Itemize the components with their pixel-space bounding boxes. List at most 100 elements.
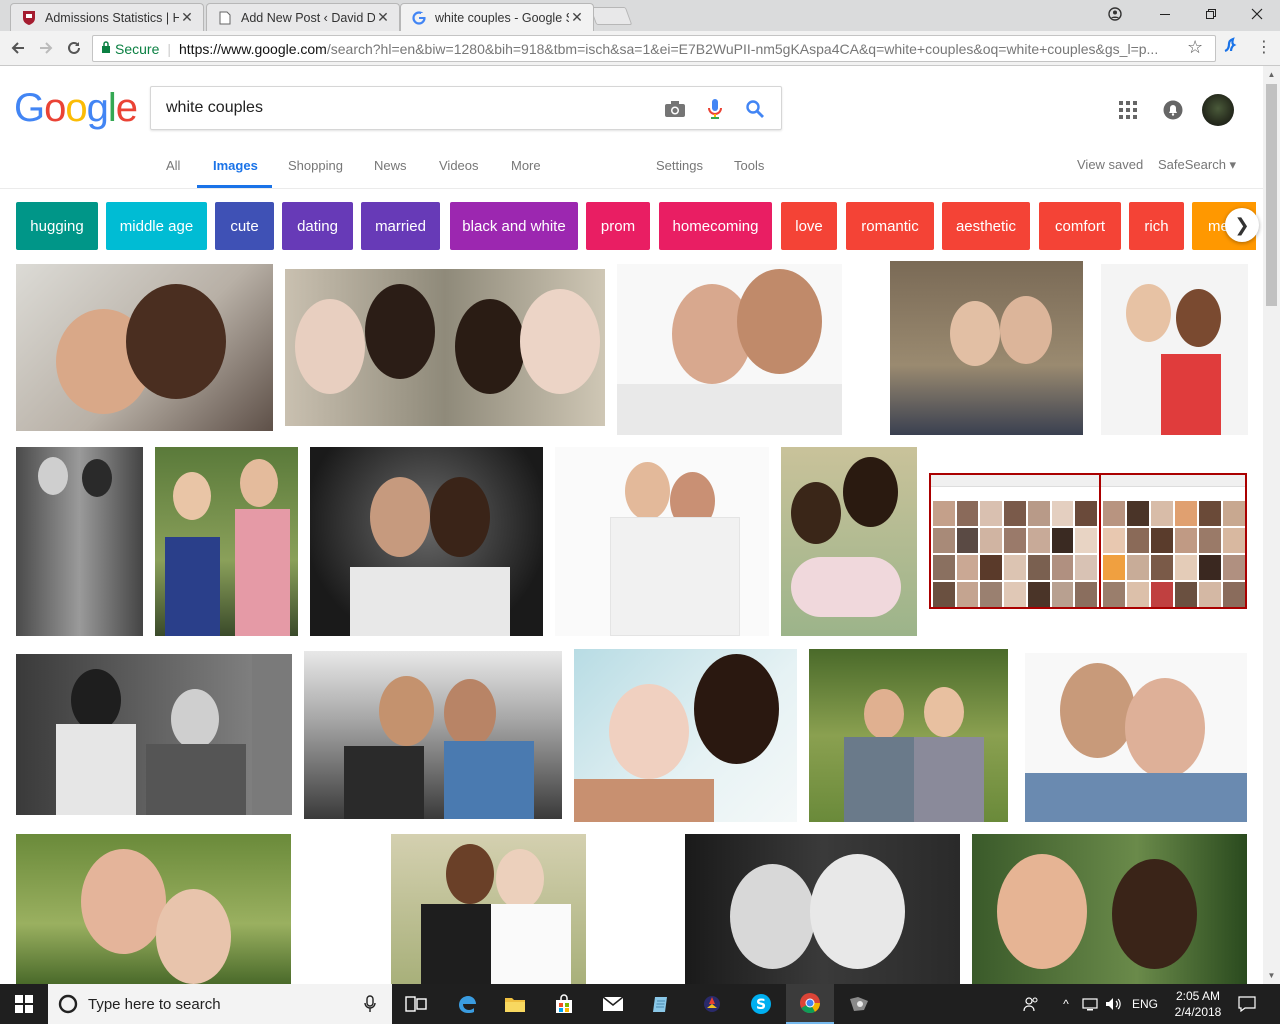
image-result[interactable] bbox=[16, 654, 292, 815]
chip-married[interactable]: married bbox=[361, 202, 440, 250]
apps-grid-icon[interactable] bbox=[1114, 96, 1142, 124]
notifications-bell-icon[interactable] bbox=[1159, 96, 1187, 124]
image-result[interactable] bbox=[555, 447, 769, 636]
forward-arrow-icon[interactable] bbox=[34, 36, 58, 60]
tab-add-new-post[interactable]: Add New Post ‹ David Du ✕ bbox=[206, 3, 400, 31]
tools-link[interactable]: Tools bbox=[734, 158, 764, 173]
chip-aesthetic[interactable]: aesthetic bbox=[942, 202, 1030, 250]
chip-middle-age[interactable]: middle age bbox=[106, 202, 207, 250]
chip-comfort[interactable]: comfort bbox=[1039, 202, 1121, 250]
tab-news[interactable]: News bbox=[374, 158, 407, 173]
image-result[interactable] bbox=[1101, 264, 1248, 435]
notepad-icon[interactable] bbox=[637, 984, 685, 1024]
chip-romantic[interactable]: romantic bbox=[846, 202, 934, 250]
edge-browser-icon[interactable] bbox=[443, 984, 491, 1024]
camera-icon[interactable] bbox=[663, 97, 687, 121]
tab-images[interactable]: Images bbox=[213, 158, 258, 173]
tab-videos[interactable]: Videos bbox=[439, 158, 479, 173]
back-arrow-icon[interactable] bbox=[6, 36, 30, 60]
people-icon[interactable] bbox=[1020, 984, 1042, 1024]
media-app-icon[interactable] bbox=[835, 984, 883, 1024]
clock-date: 2/4/2018 bbox=[1174, 1005, 1222, 1019]
restore-icon[interactable] bbox=[1188, 0, 1234, 28]
chevron-right-icon[interactable]: ❯ bbox=[1225, 208, 1259, 242]
volume-icon[interactable] bbox=[1104, 984, 1124, 1024]
image-result[interactable] bbox=[155, 447, 298, 636]
chip-dating[interactable]: dating bbox=[282, 202, 353, 250]
settings-link[interactable]: Settings bbox=[656, 158, 703, 173]
scroll-down-icon[interactable]: ▼ bbox=[1263, 967, 1280, 984]
windows-start-icon[interactable] bbox=[0, 984, 48, 1024]
search-box bbox=[150, 86, 782, 130]
chip-hugging[interactable]: hugging bbox=[16, 202, 98, 250]
tab-more[interactable]: More bbox=[511, 158, 541, 173]
image-result[interactable] bbox=[972, 834, 1247, 984]
tab-shopping[interactable]: Shopping bbox=[288, 158, 343, 173]
account-avatar[interactable] bbox=[1202, 94, 1234, 126]
image-result[interactable] bbox=[617, 264, 842, 435]
tab-title: Admissions Statistics | Ha bbox=[45, 10, 179, 25]
window-close-icon[interactable] bbox=[1234, 0, 1280, 28]
language-indicator[interactable]: ENG bbox=[1130, 984, 1160, 1024]
microphone-icon[interactable] bbox=[364, 995, 376, 1013]
image-result[interactable] bbox=[685, 834, 960, 984]
network-icon[interactable] bbox=[1080, 984, 1100, 1024]
chip-black-and-white[interactable]: black and white bbox=[450, 202, 578, 250]
chip-rich[interactable]: rich bbox=[1129, 202, 1184, 250]
browser-menu-icon[interactable]: ⋮ bbox=[1256, 37, 1272, 57]
scrollbar-thumb[interactable] bbox=[1266, 84, 1277, 306]
image-result[interactable] bbox=[929, 473, 1247, 609]
close-icon[interactable]: ✕ bbox=[375, 9, 391, 26]
file-explorer-icon[interactable] bbox=[491, 984, 539, 1024]
taskbar-search-box[interactable]: Type here to search bbox=[48, 984, 392, 1024]
system-clock[interactable]: 2:05 AM 2/4/2018 bbox=[1160, 988, 1236, 1020]
address-bar[interactable]: Secure | https://www.google.com /search?… bbox=[92, 35, 1216, 62]
search-icon[interactable] bbox=[743, 97, 767, 121]
taskbar: Type here to search S ^ ENG 2:05 AM 2/4/… bbox=[0, 984, 1280, 1024]
google-logo[interactable]: Google bbox=[14, 86, 138, 131]
chip-homecoming[interactable]: homecoming bbox=[659, 202, 772, 250]
close-icon[interactable]: ✕ bbox=[179, 9, 195, 26]
logo-letter: o bbox=[65, 86, 87, 130]
image-result[interactable] bbox=[304, 651, 562, 819]
tab-white-couples[interactable]: white couples - Google S ✕ bbox=[400, 3, 594, 31]
close-icon[interactable]: ✕ bbox=[569, 9, 585, 26]
microphone-icon[interactable] bbox=[703, 97, 727, 121]
image-result[interactable] bbox=[310, 447, 543, 636]
search-tabs: All Images Shopping News Videos More Set… bbox=[0, 150, 1280, 188]
minimize-icon[interactable] bbox=[1142, 0, 1188, 28]
action-center-icon[interactable] bbox=[1236, 984, 1258, 1024]
extension-icon[interactable] bbox=[1222, 37, 1238, 58]
skype-icon[interactable]: S bbox=[737, 984, 785, 1024]
view-saved-link[interactable]: View saved bbox=[1077, 157, 1143, 172]
chip-cute[interactable]: cute bbox=[215, 202, 274, 250]
image-result[interactable] bbox=[574, 649, 797, 822]
reload-icon[interactable] bbox=[62, 36, 86, 60]
chip-love[interactable]: love bbox=[781, 202, 837, 250]
new-tab-button[interactable] bbox=[589, 7, 633, 25]
image-result[interactable] bbox=[391, 834, 586, 984]
image-result[interactable] bbox=[781, 447, 917, 636]
tray-chevron-up-icon[interactable]: ^ bbox=[1058, 984, 1074, 1024]
tab-all[interactable]: All bbox=[166, 158, 180, 173]
image-result[interactable] bbox=[16, 447, 143, 636]
bookmark-star-icon[interactable]: ☆ bbox=[1187, 37, 1203, 58]
chrome-icon[interactable] bbox=[786, 984, 834, 1024]
image-result[interactable] bbox=[285, 269, 605, 426]
mail-icon[interactable] bbox=[589, 984, 637, 1024]
safesearch-dropdown[interactable]: SafeSearch ▾ bbox=[1158, 157, 1236, 173]
image-result[interactable] bbox=[1025, 653, 1247, 822]
image-result[interactable] bbox=[16, 264, 273, 431]
image-result[interactable] bbox=[16, 834, 291, 984]
scroll-up-icon[interactable]: ▲ bbox=[1263, 66, 1280, 83]
image-result[interactable] bbox=[809, 649, 1008, 822]
chip-prom[interactable]: prom bbox=[586, 202, 650, 250]
vertical-scrollbar[interactable]: ▲ ▼ bbox=[1263, 66, 1280, 984]
tab-admissions-statistics[interactable]: Admissions Statistics | Ha ✕ bbox=[10, 3, 204, 31]
image-result[interactable] bbox=[890, 261, 1083, 435]
search-input[interactable] bbox=[166, 99, 646, 117]
profile-icon[interactable] bbox=[1092, 0, 1138, 28]
store-icon[interactable] bbox=[540, 984, 588, 1024]
task-view-icon[interactable] bbox=[392, 984, 440, 1024]
colorful-app-icon[interactable] bbox=[688, 984, 736, 1024]
